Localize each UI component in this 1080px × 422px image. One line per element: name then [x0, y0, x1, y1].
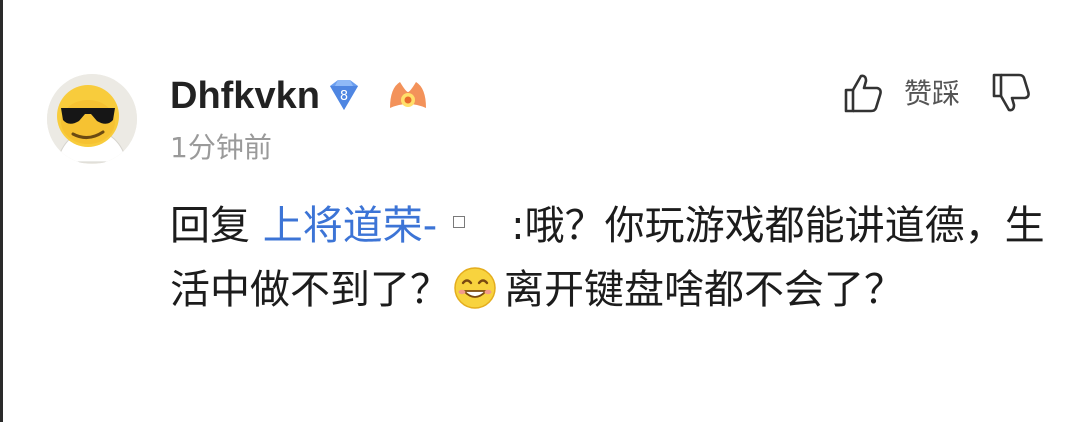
- avatar[interactable]: [47, 74, 137, 164]
- placeholder-box-icon: [453, 216, 466, 228]
- comment-text-part2: 离开键盘啥都不会了？: [504, 267, 904, 313]
- fan-badge-icon: [390, 82, 426, 108]
- level-number: 8: [340, 89, 348, 104]
- level-badge: 8: [324, 78, 364, 114]
- like-button[interactable]: [840, 70, 886, 116]
- vote-label: 赞踩: [904, 77, 961, 110]
- thumbs-down-icon: [992, 73, 1030, 112]
- left-edge-border: [0, 0, 3, 422]
- reply-prefix: 回复: [170, 203, 250, 249]
- thumbs-up-icon: [844, 74, 882, 113]
- username[interactable]: Dhfkvkn: [170, 74, 320, 118]
- sunglasses-face-avatar-icon: [47, 74, 137, 164]
- reply-target-link[interactable]: 上将道荣-: [263, 203, 437, 249]
- diamond-level-badge-icon: 8: [330, 80, 358, 110]
- laughing-face-emoji-icon: [452, 265, 498, 311]
- comment-body: 回复 上将道荣-:哦？你玩游戏都能讲道德，生活中做不到了？ 离开键盘啥都不会了？: [170, 194, 1050, 322]
- timestamp: 1分钟前: [170, 131, 272, 164]
- dislike-button[interactable]: [988, 70, 1034, 116]
- fan-badge: [386, 78, 430, 114]
